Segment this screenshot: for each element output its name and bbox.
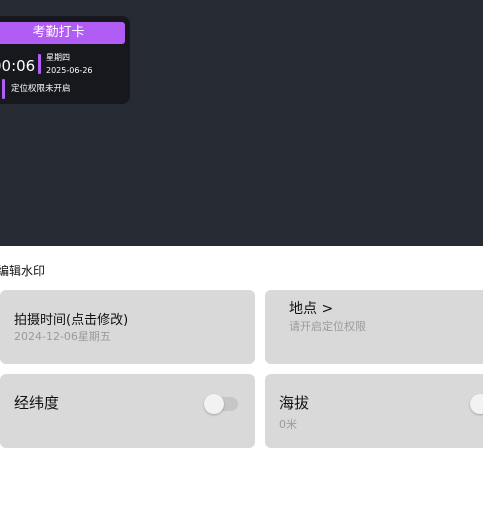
camera-preview: 考勤打卡 00:06 星期四 2025-06-26 定位权限未开启 <box>0 0 483 246</box>
longitude-latitude-toggle[interactable] <box>204 394 238 414</box>
section-title: 编辑水印 <box>0 264 46 278</box>
capture-time-label: 拍摄时间(点击修改) <box>14 313 129 328</box>
location-value: 请开启定位权限 <box>289 320 366 333</box>
watermark-accent-bar <box>2 79 5 99</box>
watermark-title: 考勤打卡 <box>0 22 125 44</box>
toggle-knob <box>204 394 224 414</box>
toggle-knob <box>470 394 483 414</box>
location-card[interactable]: 地点 > 请开启定位权限 <box>265 290 483 364</box>
altitude-value: 0米 <box>279 418 297 431</box>
capture-time-card[interactable]: 拍摄时间(点击修改) 2024-12-06星期五 <box>0 290 255 364</box>
watermark-weekday: 星期四 <box>46 53 70 62</box>
longitude-latitude-card[interactable]: 经纬度 <box>0 374 255 448</box>
watermark-card[interactable]: 考勤打卡 00:06 星期四 2025-06-26 定位权限未开启 <box>0 16 130 104</box>
watermark-time: 00:06 <box>0 57 36 75</box>
watermark-date: 2025-06-26 <box>46 66 93 75</box>
location-label: 地点 > <box>289 301 334 317</box>
longitude-latitude-label: 经纬度 <box>14 394 60 412</box>
watermark-location: 定位权限未开启 <box>11 84 71 94</box>
watermark-accent-bar <box>38 54 41 74</box>
altitude-toggle[interactable] <box>470 394 483 414</box>
capture-time-value: 2024-12-06星期五 <box>14 330 111 343</box>
altitude-card[interactable]: 海拔 0米 <box>265 374 483 448</box>
altitude-label: 海拔 <box>279 394 310 412</box>
